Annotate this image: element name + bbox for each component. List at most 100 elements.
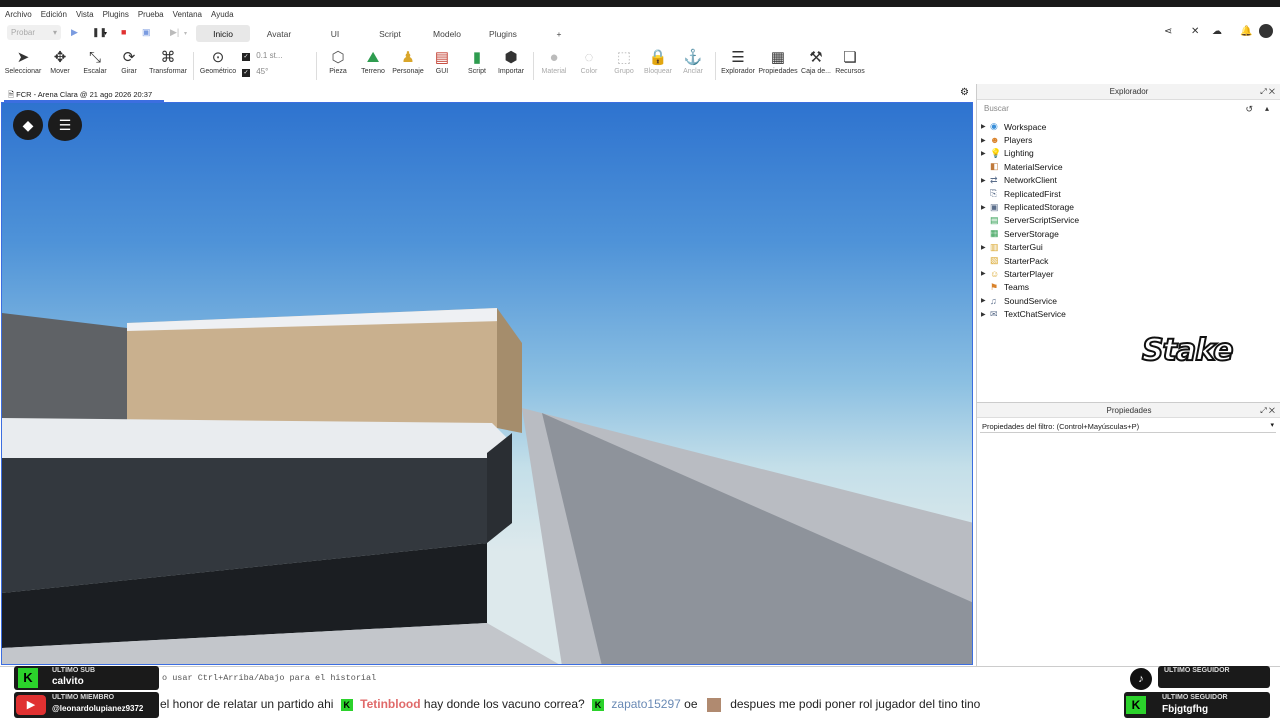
tree-item-replicatedfirst[interactable]: ⎘ ReplicatedFirst [981,187,1271,200]
tree-item-starterpack[interactable]: ▧ StarterPack [981,254,1271,267]
gear-icon[interactable]: ⚙ [960,87,969,98]
part-tool[interactable]: ⬡ Pieza [325,48,351,75]
expand-arrow-icon[interactable]: ▶ [981,244,990,251]
move-tool[interactable]: ✥ Mover [46,48,74,75]
tab-script[interactable]: Script [372,25,408,42]
tree-item-soundservice[interactable]: ▶ ♫ SoundService [981,294,1271,307]
material-tool[interactable]: ● Material [538,48,570,75]
expand-arrow-icon[interactable]: ▶ [981,177,990,184]
tree-item-lighting[interactable]: ▶ 💡 Lighting [981,147,1271,160]
geometric-tool[interactable]: ⊙ Geométrico [197,48,239,75]
add-tab-button[interactable]: + [552,25,566,42]
collapse-icon[interactable]: ▴ [1265,104,1269,113]
tree-item-networkclient[interactable]: ▶ ⇄ NetworkClient [981,174,1271,187]
stop-icon[interactable]: ■ [121,27,126,37]
tree-item-teams[interactable]: ⚑ Teams [981,281,1271,294]
roblox-logo-button[interactable]: ◆ [13,110,43,140]
menu-vista[interactable]: Vista [76,10,94,19]
properties-filter-input[interactable]: Propiedades del filtro: (Control+Mayúscu… [980,420,1276,433]
character-tool[interactable]: ♟ Personaje [390,48,426,75]
move-snap-control[interactable]: ✓ 0.1 st... [242,51,308,64]
tab-modelo[interactable]: Modelo [426,25,468,42]
cloud-icon[interactable]: ☁ [1212,26,1222,37]
tree-item-replicatedstorage[interactable]: ▶ ▣ ReplicatedStorage [981,200,1271,213]
tree-item-players[interactable]: ▶ ☻ Players [981,133,1271,146]
avatar[interactable] [1259,24,1273,38]
group-tool[interactable]: ⬚ Grupo [610,48,638,75]
lock-tool[interactable]: 🔒 Bloquear [640,48,676,75]
scale-tool[interactable]: ⤡ Escalar [80,48,110,75]
last-member-value: @leonardolupianez9372 [52,704,144,713]
expand-arrow-icon[interactable]: ▶ [981,204,990,211]
tree-item-starterplayer[interactable]: ▶ ☺ StarterPlayer [981,267,1271,280]
kick-icon: K [592,698,605,711]
tree-item-startergui[interactable]: ▶ ▥ StarterGui [981,241,1271,254]
rotate-snap-control[interactable]: ✓ 45° [242,67,308,80]
right-dock: Explorador ⤢ ✕ Buscar ↺ ▴ ▶ ◉ Workspace ▶ ☻ P… [976,84,1280,666]
import-tool[interactable]: ⬢ Importar [495,48,527,75]
toolbox-toggle[interactable]: ⚒ Caja de... [800,48,832,75]
gui-tool[interactable]: ▤ GUI [429,48,455,75]
script-icon: ▮ [472,49,482,66]
history-icon[interactable]: ↺ [1245,104,1253,115]
expand-arrow-icon[interactable]: ▶ [981,270,990,277]
tab-inicio[interactable]: Inicio [196,25,250,42]
tab-plugins[interactable]: Plugins [482,25,524,42]
menu-ayuda[interactable]: Ayuda [211,10,234,19]
rotate-snap-value[interactable]: 45° [256,67,268,76]
chevron-down-icon[interactable]: ▾ [184,30,187,37]
expand-arrow-icon[interactable]: ▶ [981,137,990,144]
client-server-icon[interactable]: ▣ [142,27,151,38]
tree-item-serverscriptservice[interactable]: ▤ ServerScriptService [981,214,1271,227]
menu-prueba[interactable]: Prueba [138,10,164,19]
terrain-tool[interactable]: ⛰ Terreno [357,48,389,75]
rotate-tool[interactable]: ⟳ Girar [116,48,142,75]
checkbox-checked-icon[interactable]: ✓ [242,53,250,61]
tab-ui[interactable]: UI [320,25,350,42]
tree-item-label: MaterialService [1004,161,1063,172]
explorer-search-input[interactable]: Buscar ↺ ▴ [981,104,1273,118]
tree-item-materialservice[interactable]: ◧ MaterialService [981,160,1271,173]
step-icon[interactable]: ▶| [170,27,179,38]
expand-arrow-icon[interactable]: ▶ [981,297,990,304]
menu-ventana[interactable]: Ventana [173,10,202,19]
chevron-down-icon[interactable]: ▾ [104,30,107,37]
tree-item-textchatservice[interactable]: ▶ ✉ TextChatService [981,307,1271,320]
play-icon[interactable]: ▶ [71,27,78,38]
select-tool[interactable]: ➤ Seleccionar [4,48,42,75]
menu-plugins[interactable]: Plugins [103,10,129,19]
command-bar[interactable]: o usar Ctrl+Arriba/Abajo para el histori… [0,666,1280,688]
menu-edicion[interactable]: Edición [41,10,67,19]
hamburger-menu-button[interactable]: ☰ [48,109,82,141]
chevron-down-icon[interactable]: ▾ [1270,421,1274,429]
expand-arrow-icon[interactable]: ▶ [981,311,990,318]
panel-controls[interactable]: ⤢ ✕ [1260,87,1275,97]
script-label: Script [468,68,486,75]
bell-icon[interactable]: 🔔 [1240,26,1252,37]
color-tool[interactable]: ◌ Color [575,48,603,75]
separator [715,52,716,80]
test-mode-dropdown[interactable]: Probar ▾ [7,25,61,40]
tree-item-serverstorage[interactable]: ▦ ServerStorage [981,227,1271,240]
stake-logo: Stake [1141,332,1234,369]
anchor-tool[interactable]: ⚓ Anclar [679,48,707,75]
assets-toggle[interactable]: ❏ Recursos [834,48,866,75]
ticker-username: zapato15297 [611,697,681,711]
document-tab[interactable]: 🗎 FCR - Arena Clara @ 21 ago 2026 20:37 … [4,85,164,111]
tree-item-label: StarterPlayer [1004,268,1054,279]
tree-item-workspace[interactable]: ▶ ◉ Workspace [981,120,1271,133]
properties-toggle[interactable]: ▦ Propiedades [757,48,799,75]
panel-controls[interactable]: ⤢ ✕ [1260,406,1275,416]
tab-avatar[interactable]: Avatar [256,25,302,42]
expand-arrow-icon[interactable]: ▶ [981,123,990,130]
explorer-toggle[interactable]: ☰ Explorador [719,48,757,75]
transform-tool[interactable]: ⌘ Transformar [146,48,190,75]
3d-viewport[interactable] [1,102,973,665]
move-snap-value[interactable]: 0.1 st... [256,51,282,60]
checkbox-checked-icon[interactable]: ✓ [242,69,250,77]
script-tool[interactable]: ▮ Script [463,48,491,75]
share-icon[interactable]: ⋖ [1164,26,1172,37]
menu-archivo[interactable]: Archivo [5,10,32,19]
collaborate-icon[interactable]: ✕ [1191,26,1199,37]
expand-arrow-icon[interactable]: ▶ [981,150,990,157]
